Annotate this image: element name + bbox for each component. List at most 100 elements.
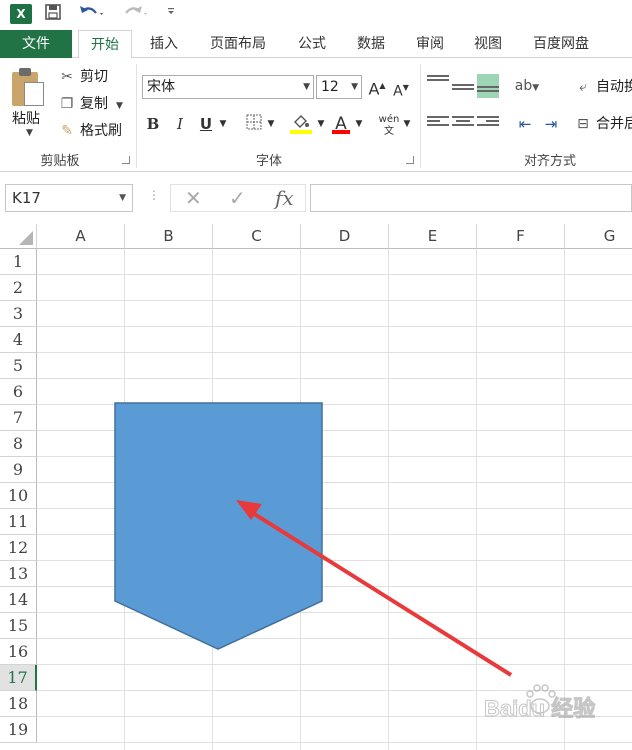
row-header-3[interactable]: 3 bbox=[0, 301, 37, 327]
column-header-C[interactable]: C bbox=[213, 224, 301, 249]
grow-font-label: A bbox=[368, 79, 380, 99]
underline-dropdown-icon[interactable]: ▼ bbox=[218, 114, 228, 134]
row-header-9[interactable]: 9 bbox=[0, 457, 37, 483]
column-header-D[interactable]: D bbox=[301, 224, 389, 249]
fill-color-button[interactable] bbox=[290, 114, 312, 134]
merge-center-label: 合并后 bbox=[596, 116, 632, 132]
ribbon-tabs: 文件 开始 插入 页面布局 公式 数据 审阅 视图 百度网盘 bbox=[0, 30, 632, 59]
tab-file[interactable]: 文件 bbox=[0, 30, 72, 58]
font-name-select[interactable]: 宋体 ▼ bbox=[142, 75, 314, 99]
column-header-B[interactable]: B bbox=[125, 224, 213, 249]
tab-page-layout[interactable]: 页面布局 bbox=[198, 30, 278, 58]
customize-icon[interactable] bbox=[166, 3, 176, 25]
row-header-16[interactable]: 16 bbox=[0, 639, 37, 665]
select-all-button[interactable] bbox=[0, 224, 37, 249]
paste-dropdown-icon[interactable]: ▼ bbox=[26, 128, 33, 138]
row-gridline bbox=[37, 326, 632, 327]
cut-button[interactable]: ✂ 剪切 bbox=[58, 66, 108, 88]
row-header-15[interactable]: 15 bbox=[0, 613, 37, 639]
increase-indent-icon[interactable]: ⇥ bbox=[540, 114, 562, 134]
copy-button[interactable]: ❐ 复制 ▼ bbox=[58, 93, 123, 115]
bold-button[interactable]: B bbox=[145, 114, 161, 134]
italic-button[interactable]: I bbox=[172, 114, 188, 134]
font-launcher-icon[interactable] bbox=[406, 156, 414, 164]
tab-insert[interactable]: 插入 bbox=[138, 30, 190, 58]
tab-home[interactable]: 开始 bbox=[78, 30, 132, 59]
name-box[interactable]: K17 ▼ bbox=[5, 184, 133, 212]
orientation-button[interactable]: ab▼ bbox=[512, 76, 542, 96]
grow-font-button[interactable]: A▲ bbox=[368, 76, 386, 99]
row-header-19[interactable]: 19 bbox=[0, 717, 37, 743]
font-size-value: 12 bbox=[321, 79, 339, 95]
tab-review[interactable]: 审阅 bbox=[406, 30, 454, 58]
row-header-8[interactable]: 8 bbox=[0, 431, 37, 457]
shrink-font-button[interactable]: A▼ bbox=[392, 78, 410, 100]
row-header-14[interactable]: 14 bbox=[0, 587, 37, 613]
cancel-icon[interactable]: ✕ bbox=[185, 185, 202, 211]
tab-view[interactable]: 视图 bbox=[464, 30, 512, 58]
phonetic-button[interactable]: wén 文 bbox=[378, 114, 400, 137]
align-bottom-icon[interactable] bbox=[477, 74, 499, 98]
column-gridline bbox=[388, 249, 389, 750]
font-size-select[interactable]: 12 ▼ bbox=[316, 75, 362, 99]
align-top-icon[interactable] bbox=[427, 73, 449, 91]
fill-color-dropdown-icon[interactable]: ▼ bbox=[316, 114, 326, 134]
merge-center-button[interactable]: ⊟ 合并后 bbox=[574, 113, 632, 135]
column-header-G[interactable]: G bbox=[565, 224, 632, 249]
column-gridline bbox=[124, 249, 125, 750]
row-header-18[interactable]: 18 bbox=[0, 691, 37, 717]
chevron-down-icon: ▼ bbox=[303, 82, 310, 92]
row-header-12[interactable]: 12 bbox=[0, 535, 37, 561]
align-middle-icon[interactable] bbox=[452, 78, 474, 96]
cut-label: 剪切 bbox=[80, 69, 108, 85]
font-color-button[interactable]: A bbox=[332, 114, 350, 134]
enter-icon[interactable]: ✓ bbox=[229, 185, 246, 211]
wrap-text-button[interactable]: ⤶ 自动换 bbox=[574, 76, 632, 98]
row-header-11[interactable]: 11 bbox=[0, 509, 37, 535]
decrease-indent-icon[interactable]: ⇤ bbox=[514, 114, 536, 134]
paste-icon[interactable] bbox=[12, 68, 46, 108]
align-left-icon[interactable] bbox=[427, 114, 449, 132]
formula-input[interactable] bbox=[310, 184, 632, 212]
align-center-icon[interactable] bbox=[452, 114, 474, 132]
column-header-F[interactable]: F bbox=[477, 224, 565, 249]
font-color-label: A bbox=[335, 114, 347, 134]
row-header-7[interactable]: 7 bbox=[0, 405, 37, 431]
row-header-10[interactable]: 10 bbox=[0, 483, 37, 509]
tab-data[interactable]: 数据 bbox=[346, 30, 396, 58]
row-header-6[interactable]: 6 bbox=[0, 379, 37, 405]
worksheet[interactable]: A B C D E F G 1 2 3 4 5 6 7 8 9 10 11 12 13 14 15 16 17 1… bbox=[0, 224, 632, 750]
clipboard-launcher-icon[interactable] bbox=[122, 156, 130, 164]
align-right-icon[interactable] bbox=[477, 114, 499, 132]
column-gridline bbox=[564, 249, 565, 750]
save-icon[interactable] bbox=[44, 3, 62, 25]
phonetic-dropdown-icon[interactable]: ▼ bbox=[402, 114, 412, 134]
redo-icon[interactable] bbox=[120, 3, 148, 25]
row-gridline bbox=[37, 300, 632, 301]
column-header-E[interactable]: E bbox=[389, 224, 477, 249]
row-header-1[interactable]: 1 bbox=[0, 249, 37, 275]
format-painter-label: 格式刷 bbox=[80, 123, 122, 139]
quick-access-toolbar: X bbox=[0, 0, 632, 30]
row-gridline bbox=[37, 638, 632, 639]
row-header-13[interactable]: 13 bbox=[0, 561, 37, 587]
tab-formulas[interactable]: 公式 bbox=[288, 30, 336, 58]
insert-function-button[interactable]: fx bbox=[275, 185, 294, 211]
font-color-dropdown-icon[interactable]: ▼ bbox=[354, 114, 364, 134]
column-header-A[interactable]: A bbox=[37, 224, 125, 249]
row-header-5[interactable]: 5 bbox=[0, 353, 37, 379]
paste-button[interactable]: 粘贴 bbox=[12, 108, 40, 128]
row-gridline bbox=[37, 742, 632, 743]
row-header-2[interactable]: 2 bbox=[0, 275, 37, 301]
undo-icon[interactable] bbox=[78, 3, 106, 25]
borders-button[interactable] bbox=[244, 114, 264, 134]
more-icon[interactable]: ⋮ bbox=[148, 188, 160, 202]
tab-baidu-netdisk[interactable]: 百度网盘 bbox=[522, 30, 600, 58]
row-header-17[interactable]: 17 bbox=[0, 665, 37, 691]
format-painter-button[interactable]: ✎ 格式刷 bbox=[58, 120, 122, 142]
row-gridline bbox=[37, 612, 632, 613]
borders-dropdown-icon[interactable]: ▼ bbox=[266, 114, 276, 134]
underline-button[interactable]: U bbox=[198, 114, 214, 134]
copy-dropdown-icon[interactable]: ▼ bbox=[116, 101, 123, 111]
row-header-4[interactable]: 4 bbox=[0, 327, 37, 353]
